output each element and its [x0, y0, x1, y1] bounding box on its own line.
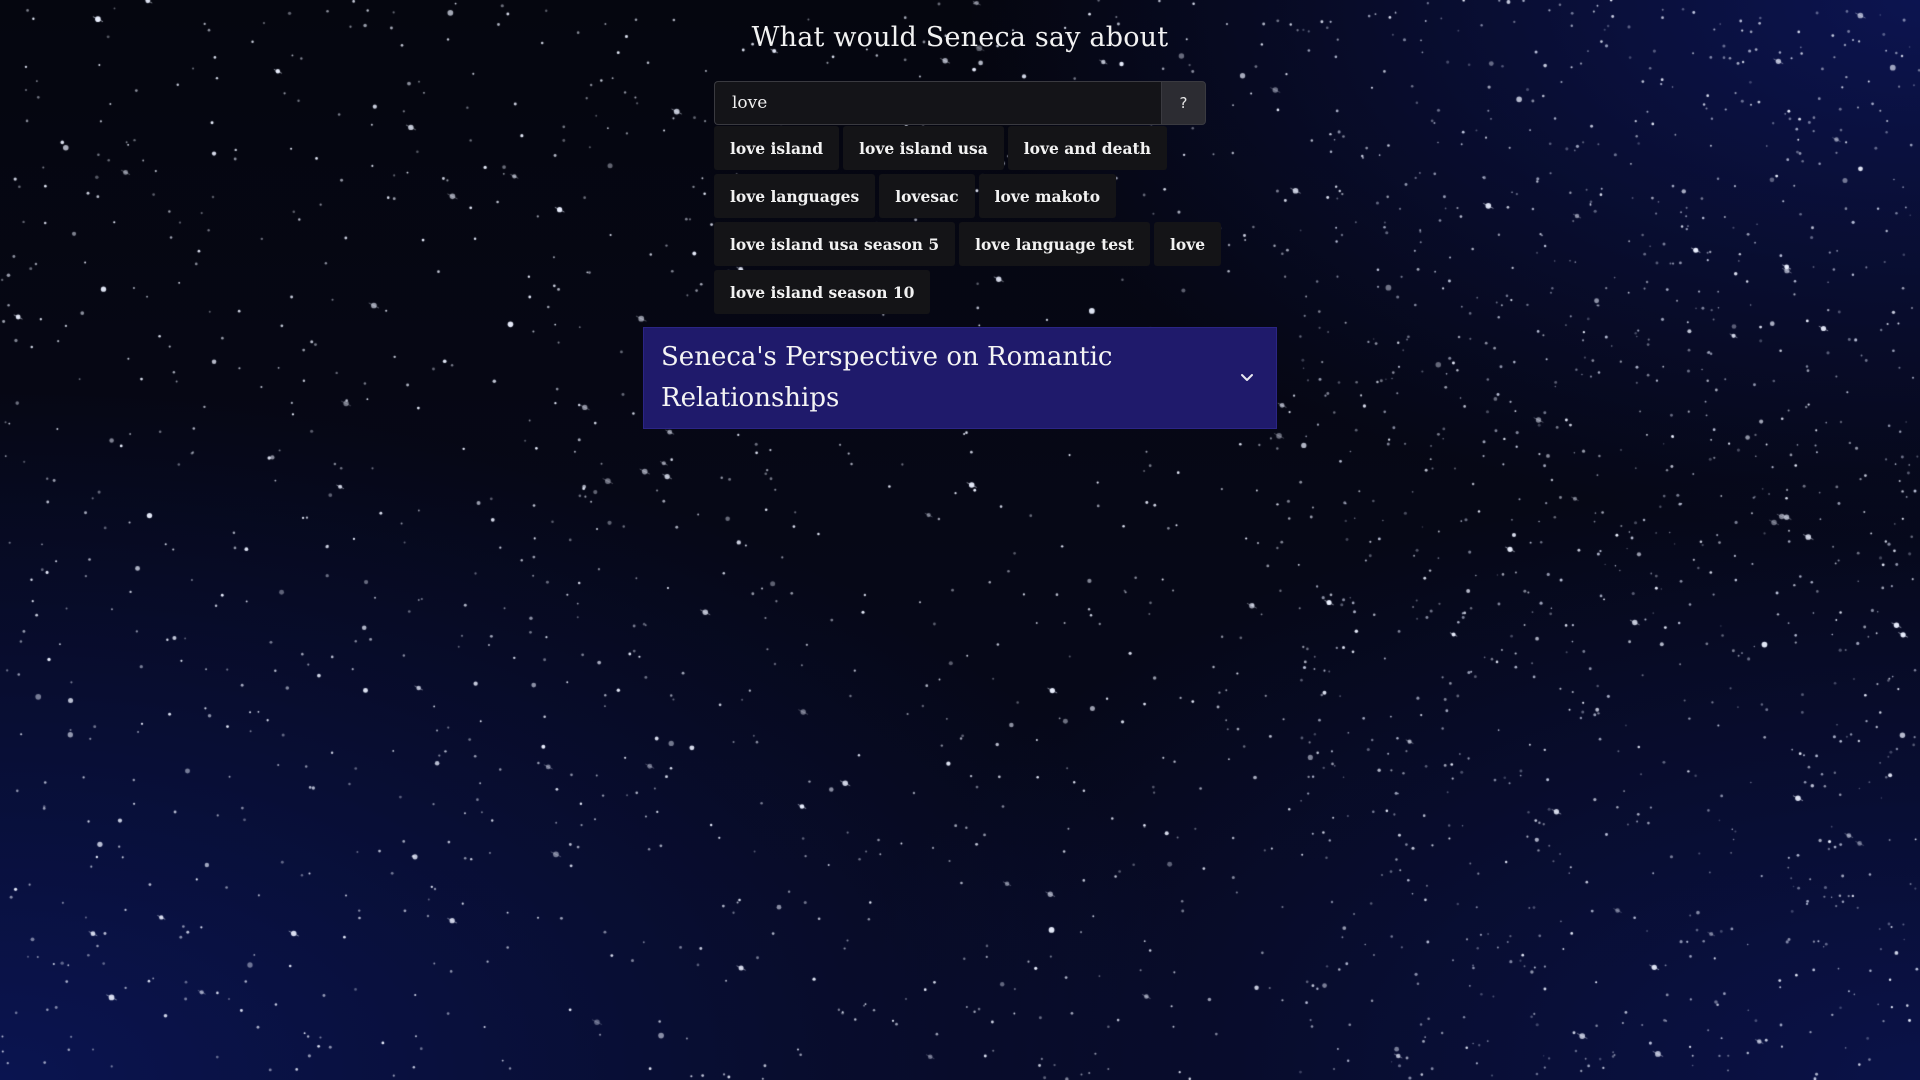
suggestion-list: love island love island usa love and dea…	[714, 126, 1222, 318]
result-title: Seneca's Perspective on Romantic Relatio…	[661, 342, 1113, 413]
suggestion-row: love island usa season 5 love language t…	[714, 222, 1222, 266]
suggestion-row: love island love island usa love and dea…	[714, 126, 1206, 170]
page-title: What would Seneca say about	[751, 22, 1169, 53]
suggestion-chip[interactable]: love island	[714, 126, 840, 170]
suggestion-chip[interactable]: love language test	[959, 222, 1150, 266]
suggestion-row: love languages lovesac love makoto	[714, 174, 1206, 218]
result-accordion-header[interactable]: Seneca's Perspective on Romantic Relatio…	[643, 327, 1277, 429]
suggestion-row: love island season 10	[714, 270, 1206, 314]
search-bar: ?	[714, 81, 1206, 125]
suggestion-chip[interactable]: love island usa	[843, 126, 1004, 170]
suggestion-chip[interactable]: lovesac	[879, 174, 975, 218]
suggestion-chip[interactable]: love island usa season 5	[714, 222, 956, 266]
suggestion-chip[interactable]: love and death	[1007, 126, 1167, 170]
suggestion-chip[interactable]: love languages	[714, 174, 876, 218]
suggestion-chip[interactable]: love makoto	[978, 174, 1117, 218]
page: What would Seneca say about ? love islan…	[0, 0, 1920, 1080]
search-submit-button[interactable]: ?	[1161, 81, 1206, 125]
suggestion-chip[interactable]: love	[1153, 222, 1222, 266]
suggestion-chip[interactable]: love island season 10	[714, 270, 931, 314]
search-input[interactable]	[714, 81, 1161, 125]
chevron-down-icon[interactable]	[1238, 369, 1256, 387]
